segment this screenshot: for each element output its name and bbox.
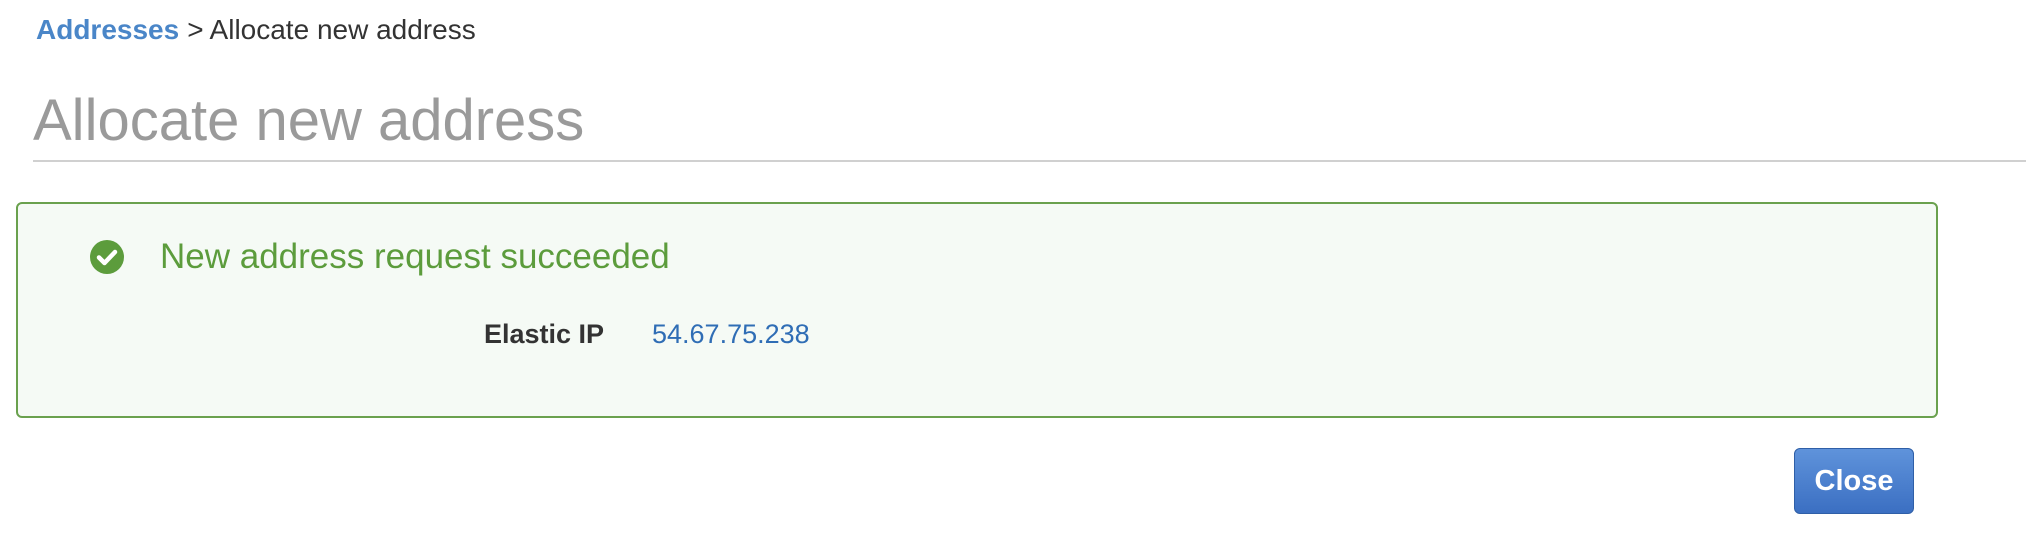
breadcrumb-link-addresses[interactable]: Addresses (36, 14, 179, 45)
title-divider (33, 160, 2026, 162)
success-message: New address request succeeded (160, 237, 670, 276)
page-title: Allocate new address (33, 88, 585, 153)
page: Addresses > Allocate new address Allocate … (0, 0, 2026, 552)
breadcrumb: Addresses > Allocate new address (36, 14, 476, 46)
breadcrumb-current: Allocate new address (209, 14, 476, 45)
elastic-ip-value[interactable]: 54.67.75.238 (652, 319, 810, 350)
close-button[interactable]: Close (1794, 448, 1914, 514)
success-panel: New address request succeeded Elastic IP… (16, 202, 1938, 418)
elastic-ip-label: Elastic IP (484, 319, 605, 349)
check-circle-icon (90, 240, 124, 274)
breadcrumb-separator: > (187, 14, 204, 45)
